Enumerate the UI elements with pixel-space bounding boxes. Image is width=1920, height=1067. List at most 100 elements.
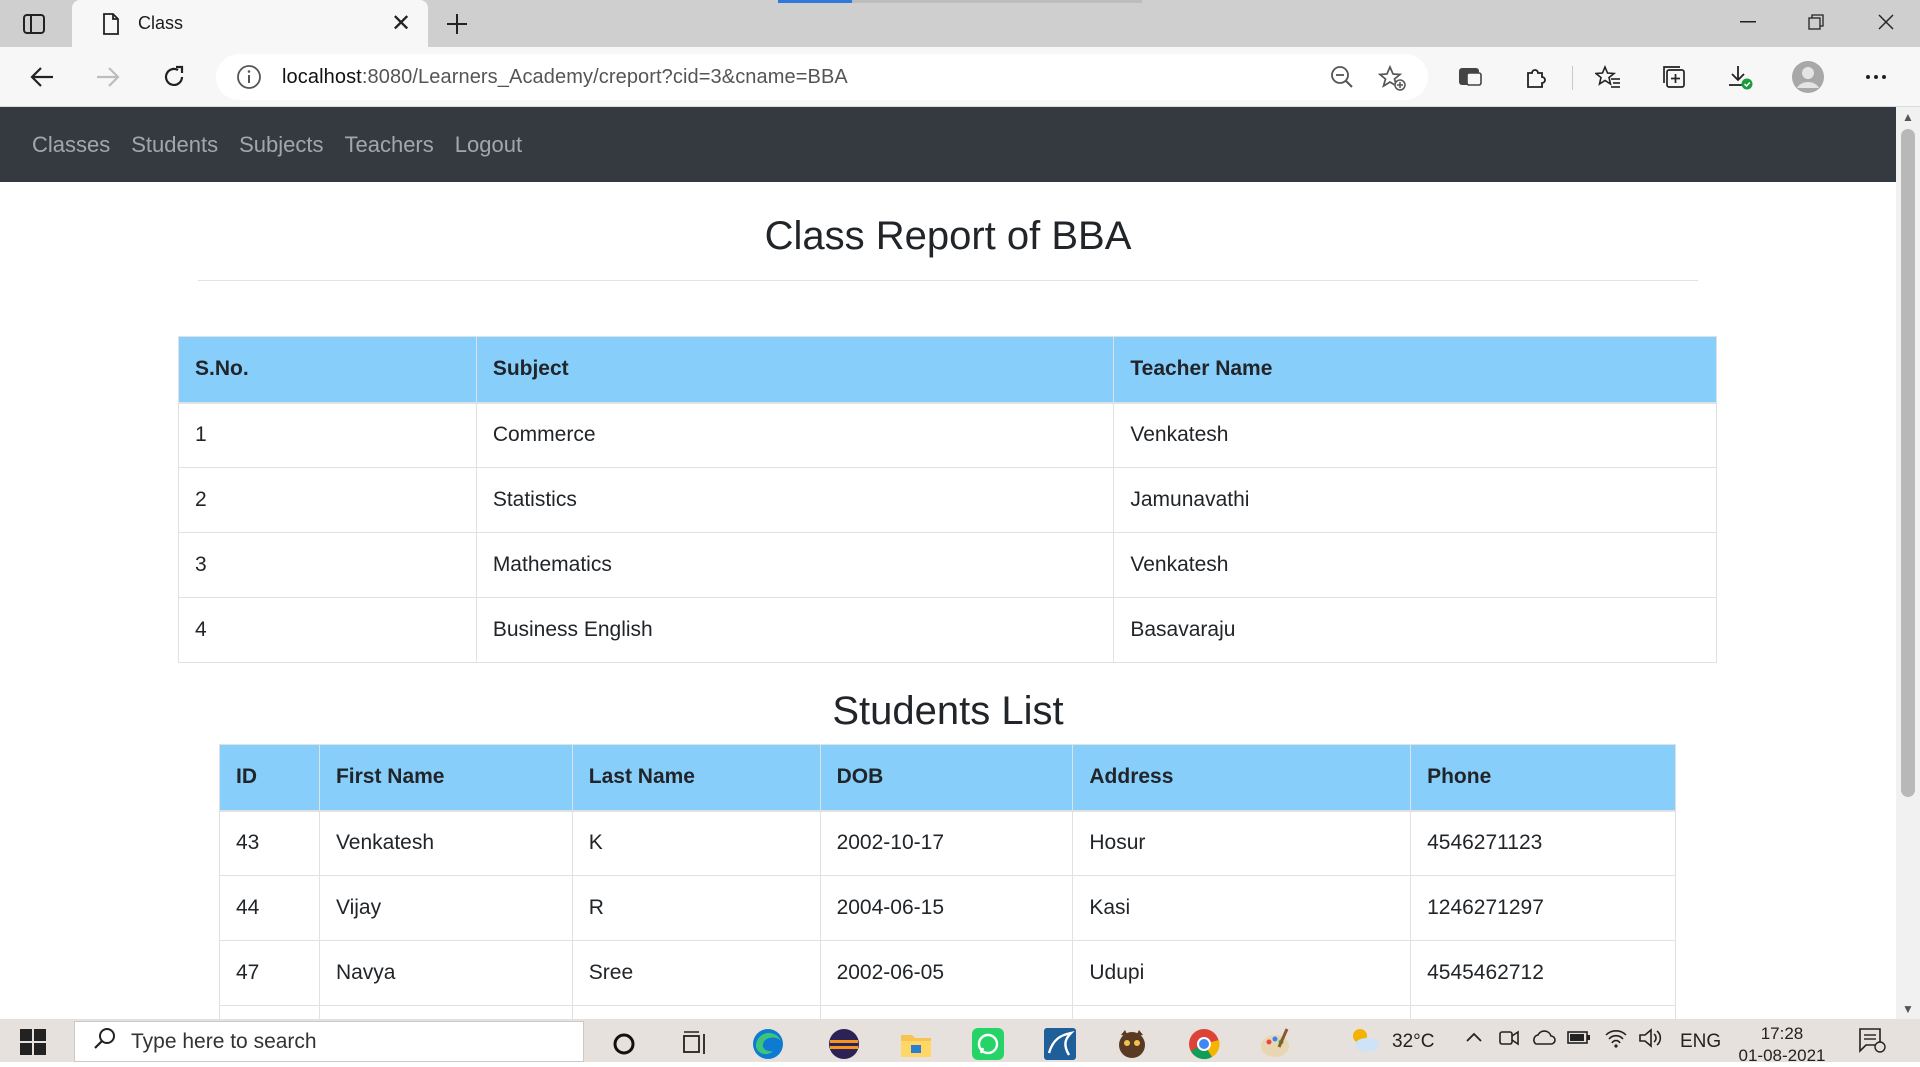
browser-tab-class[interactable]: Class ✕ bbox=[72, 0, 428, 47]
last-name-cell: R bbox=[571, 875, 821, 941]
wifi-icon[interactable] bbox=[1604, 1027, 1628, 1055]
add-favorite-icon[interactable] bbox=[1377, 64, 1406, 96]
address-cell: Hosur bbox=[1072, 810, 1412, 876]
tab-actions-icon[interactable] bbox=[16, 10, 52, 38]
battery-icon[interactable] bbox=[1566, 1027, 1592, 1053]
volume-icon[interactable] bbox=[1638, 1027, 1662, 1055]
eclipse-icon[interactable] bbox=[824, 1025, 864, 1062]
nav-students[interactable]: Students bbox=[131, 132, 218, 158]
profile-avatar-icon[interactable] bbox=[1788, 57, 1828, 97]
column-header: Phone bbox=[1410, 744, 1676, 812]
first-name-cell: Navya bbox=[318, 940, 573, 1006]
edge-browser-icon[interactable] bbox=[748, 1025, 788, 1062]
table-row bbox=[219, 1005, 1676, 1019]
tomcat-icon[interactable] bbox=[1112, 1025, 1152, 1062]
refresh-icon[interactable] bbox=[154, 57, 194, 97]
zoom-out-icon[interactable] bbox=[1330, 65, 1354, 94]
phone-cell: 4546271123 bbox=[1410, 810, 1676, 876]
toolbar-separator bbox=[1572, 66, 1573, 90]
dob-cell: 2002-10-17 bbox=[819, 810, 1074, 876]
column-header: Address bbox=[1072, 744, 1412, 812]
reading-view-icon[interactable] bbox=[1450, 57, 1490, 97]
cortana-icon[interactable] bbox=[604, 1025, 644, 1062]
vertical-scrollbar[interactable]: ▲ ▼ bbox=[1896, 107, 1920, 1019]
chrome-icon[interactable] bbox=[1184, 1025, 1224, 1062]
id-cell: 47 bbox=[219, 940, 320, 1006]
windows-start-icon[interactable] bbox=[18, 1027, 54, 1061]
dob-cell: 2004-06-15 bbox=[819, 875, 1074, 941]
page-icon bbox=[102, 12, 120, 35]
notification-center-icon[interactable] bbox=[1858, 1027, 1886, 1059]
whatsapp-icon[interactable] bbox=[968, 1025, 1008, 1062]
sno-cell: 1 bbox=[178, 402, 477, 468]
teacher-cell: Venkatesh bbox=[1113, 402, 1717, 468]
students-list-title: Students List bbox=[832, 689, 1064, 733]
site-info-icon[interactable] bbox=[236, 64, 262, 90]
minimize-icon[interactable] bbox=[1714, 0, 1782, 44]
subject-cell: Business English bbox=[475, 597, 1115, 663]
subjects-table: S.No. Subject Teacher Name 1 Commerce Ve… bbox=[178, 336, 1717, 663]
table-row: 47 Navya Sree 2002-06-05 Udupi 454546271… bbox=[219, 940, 1676, 1006]
weather-temperature[interactable]: 32°C bbox=[1392, 1031, 1434, 1053]
clock-time: 17:28 bbox=[1760, 1024, 1804, 1043]
nav-subjects[interactable]: Subjects bbox=[239, 132, 323, 158]
table-row: 2 Statistics Jamunavathi bbox=[178, 467, 1717, 533]
scroll-down-icon[interactable]: ▼ bbox=[1896, 999, 1920, 1019]
students-table: ID First Name Last Name DOB Address Phon… bbox=[219, 744, 1676, 1019]
teacher-cell: Basavaraju bbox=[1113, 597, 1717, 663]
tab-title: Class bbox=[138, 13, 184, 33]
top-navbar: Classes Students Subjects Teachers Logou… bbox=[0, 107, 1896, 182]
language-indicator[interactable]: ENG bbox=[1680, 1031, 1721, 1053]
sno-cell: 2 bbox=[178, 467, 477, 533]
forward-icon[interactable] bbox=[88, 57, 128, 97]
more-options-icon[interactable] bbox=[1856, 57, 1896, 97]
nav-classes[interactable]: Classes bbox=[32, 132, 110, 158]
address-bar[interactable]: localhost:8080/Learners_Academy/creport?… bbox=[216, 54, 1428, 100]
extensions-icon[interactable] bbox=[1516, 57, 1556, 97]
restore-icon[interactable] bbox=[1782, 0, 1850, 44]
paint-icon[interactable] bbox=[1256, 1025, 1296, 1062]
onedrive-icon[interactable] bbox=[1530, 1027, 1556, 1053]
phone-cell: 1246271297 bbox=[1410, 875, 1676, 941]
teacher-cell: Venkatesh bbox=[1113, 532, 1717, 598]
close-window-icon[interactable] bbox=[1852, 0, 1920, 44]
favorites-icon[interactable] bbox=[1588, 57, 1628, 97]
column-header: Teacher Name bbox=[1113, 336, 1717, 404]
column-header: Subject bbox=[475, 336, 1115, 404]
weather-icon[interactable] bbox=[1346, 1025, 1382, 1061]
close-tab-icon[interactable]: ✕ bbox=[386, 9, 416, 39]
column-header: ID bbox=[219, 744, 320, 812]
loading-indicator bbox=[778, 0, 1142, 3]
nav-logout[interactable]: Logout bbox=[455, 132, 522, 158]
collections-icon[interactable] bbox=[1654, 57, 1694, 97]
scroll-up-icon[interactable]: ▲ bbox=[1896, 107, 1920, 127]
task-view-icon[interactable] bbox=[676, 1025, 716, 1062]
subject-cell: Mathematics bbox=[475, 532, 1115, 598]
table-row: 43 Venkatesh K 2002-10-17 Hosur 45462711… bbox=[219, 810, 1676, 876]
browser-tab-bar: Class ✕ bbox=[0, 0, 1920, 47]
table-row: 3 Mathematics Venkatesh bbox=[178, 532, 1717, 598]
table-header-row: S.No. Subject Teacher Name bbox=[178, 336, 1717, 404]
title-divider bbox=[198, 280, 1698, 281]
last-name-cell: K bbox=[571, 810, 821, 876]
show-hidden-icons-icon[interactable] bbox=[1464, 1025, 1484, 1055]
meet-now-icon[interactable] bbox=[1498, 1027, 1520, 1055]
url-text[interactable]: localhost:8080/Learners_Academy/creport?… bbox=[282, 66, 848, 89]
address-cell: Udupi bbox=[1072, 940, 1412, 1006]
file-explorer-icon[interactable] bbox=[896, 1025, 936, 1062]
search-icon bbox=[93, 1027, 117, 1056]
column-header: Last Name bbox=[571, 744, 821, 812]
back-icon[interactable] bbox=[22, 57, 62, 97]
taskbar-search-box[interactable]: Type here to search bbox=[74, 1021, 584, 1062]
windows-taskbar: Type here to search 32°C ENG 17:28 01-08… bbox=[0, 1019, 1920, 1065]
mysql-workbench-icon[interactable] bbox=[1040, 1025, 1080, 1062]
downloads-icon[interactable] bbox=[1720, 57, 1760, 97]
table-row: 4 Business English Basavaraju bbox=[178, 597, 1717, 663]
new-tab-icon[interactable] bbox=[440, 8, 474, 40]
column-header: First Name bbox=[318, 744, 573, 812]
id-cell: 43 bbox=[219, 810, 320, 876]
system-clock[interactable]: 17:28 01-08-2021 bbox=[1732, 1023, 1832, 1067]
nav-teachers[interactable]: Teachers bbox=[344, 132, 433, 158]
scrollbar-thumb[interactable] bbox=[1901, 129, 1915, 797]
table-row: 1 Commerce Venkatesh bbox=[178, 402, 1717, 468]
